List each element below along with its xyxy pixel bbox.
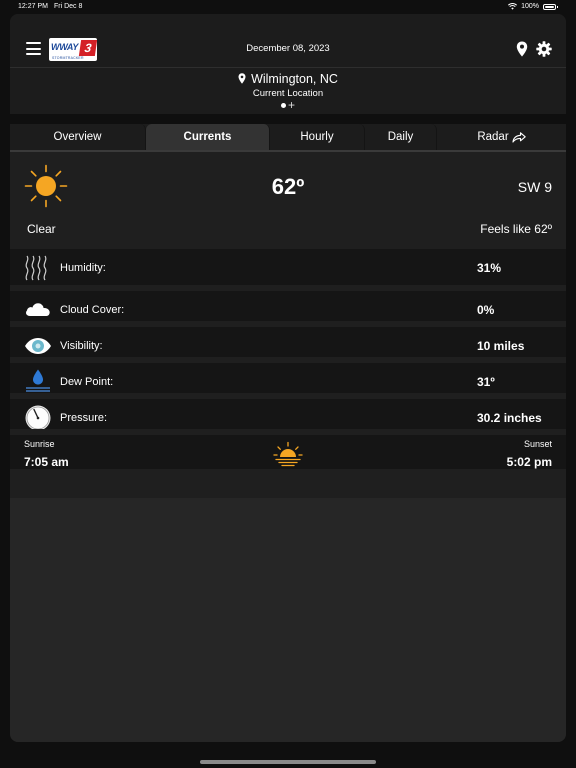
dewpoint-value: 31º (477, 375, 495, 389)
humidity-label: Humidity: (60, 262, 106, 274)
droplet-icon (26, 369, 50, 395)
header-gap (10, 114, 566, 124)
tab-currents[interactable]: Currents (146, 124, 270, 150)
tab-bar: Overview Currents Hourly Daily Radar (10, 124, 566, 150)
humidity-icon (25, 255, 47, 281)
eye-icon (25, 338, 51, 354)
status-right: 100% (508, 3, 558, 10)
sun-times-row: Sunrise 7:05 am Sunset 5:02 pm (10, 429, 566, 469)
header-date: December 08, 2023 (246, 43, 330, 54)
location-selector[interactable]: Wilmington, NC (238, 72, 338, 86)
tab-daily[interactable]: Daily (365, 124, 437, 150)
visibility-label: Visibility: (60, 340, 103, 352)
sunset-time: 5:02 pm (506, 455, 552, 469)
share-arrow-icon (512, 131, 526, 143)
tab-radar[interactable]: Radar (437, 124, 566, 150)
header-divider (10, 67, 566, 68)
current-temperature: 62º (271, 174, 305, 199)
detail-row-dewpoint: Dew Point: 31º (10, 357, 566, 395)
location-block: Wilmington, NC Current Location + (10, 71, 566, 111)
wind-readout: SW 9 (517, 179, 552, 195)
detail-row-humidity: Humidity: 31% (10, 249, 566, 285)
weather-card: WWAY 3 STORMTRACKER December 08, 2023 Wi… (10, 14, 566, 742)
battery-icon (543, 3, 558, 10)
current-conditions: 62º SW 9 Clear Feels like 62º (10, 152, 566, 249)
pressure-label: Pressure: (60, 412, 108, 424)
sunset-label: Sunset (523, 439, 552, 449)
gauge-icon (25, 405, 51, 431)
wifi-icon (508, 3, 518, 10)
location-marker-icon (238, 73, 246, 84)
location-pin-icon[interactable] (516, 41, 528, 57)
sunset-icon (273, 441, 303, 467)
status-date: Fri Dec 8 (54, 3, 83, 10)
detail-row-visibility: Visibility: 10 miles (10, 321, 566, 357)
add-location-icon[interactable]: + (288, 98, 295, 112)
home-indicator[interactable] (200, 760, 376, 764)
sunrise-label: Sunrise (24, 439, 55, 449)
gear-icon[interactable] (536, 41, 552, 57)
detail-row-cloud: Cloud Cover: 0% (10, 285, 566, 321)
location-pager[interactable]: + (10, 99, 566, 111)
tab-hourly[interactable]: Hourly (270, 124, 365, 150)
sunrise-time: 7:05 am (24, 455, 69, 469)
tab-radar-label: Radar (477, 131, 509, 143)
cloud-value: 0% (477, 303, 495, 317)
pressure-value: 30.2 inches (477, 411, 542, 425)
empty-content-area (10, 498, 566, 742)
location-city: Wilmington, NC (251, 71, 338, 86)
battery-percent: 100% (521, 3, 539, 10)
cloud-label: Cloud Cover: (60, 304, 125, 316)
logo-subtitle: STORMTRACKER (52, 56, 84, 60)
cloud-icon (26, 303, 50, 316)
tab-overview[interactable]: Overview (10, 124, 146, 150)
status-time: 12:27 PM (18, 3, 48, 10)
condition-text: Clear (27, 222, 56, 236)
detail-row-pressure: Pressure: 30.2 inches (10, 393, 566, 431)
page-dot-active (280, 102, 286, 108)
visibility-value: 10 miles (477, 339, 525, 353)
status-bar: 12:27 PM Fri Dec 8 100% (0, 0, 576, 14)
humidity-value: 31% (477, 261, 502, 275)
app-header: WWAY 3 STORMTRACKER December 08, 2023 Wi… (10, 14, 566, 114)
feels-like: Feels like 62º (480, 222, 552, 236)
dewpoint-label: Dew Point: (60, 376, 114, 388)
